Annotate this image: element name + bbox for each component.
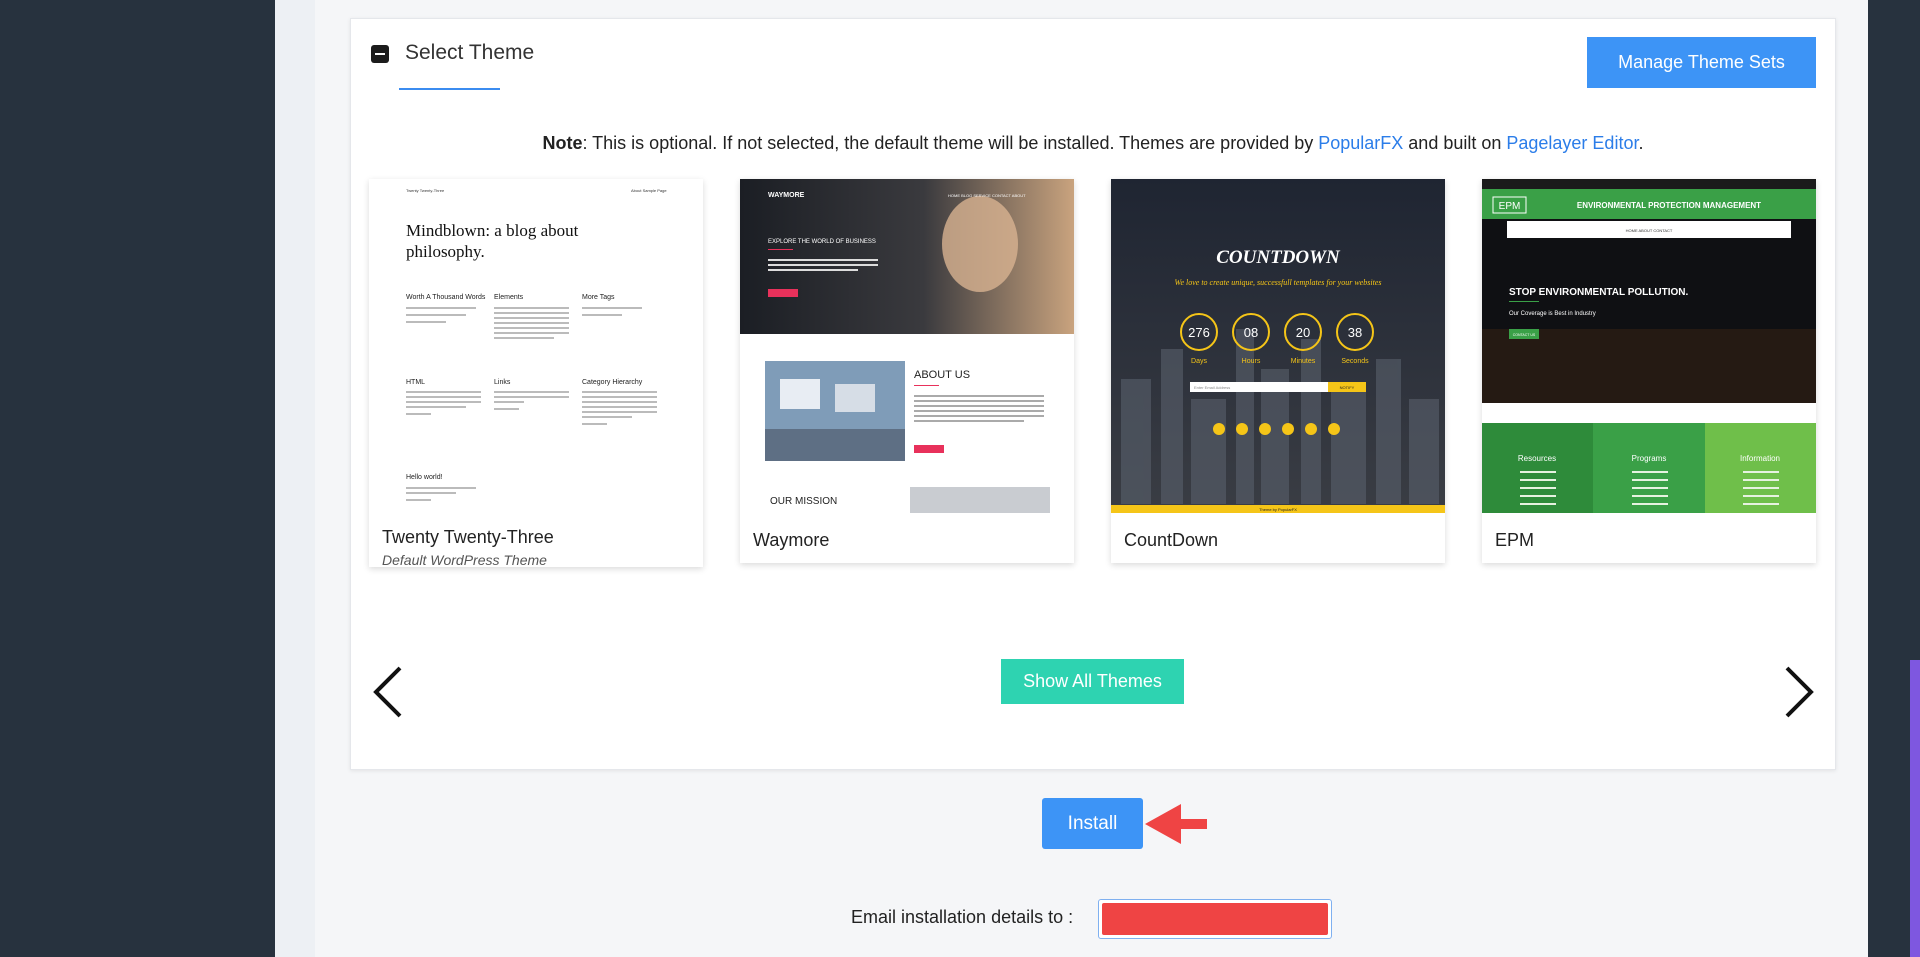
note-suffix: . [1638, 133, 1644, 153]
tt3-post-1: Worth A Thousand Words [406, 294, 486, 301]
redacted-email-value [1102, 903, 1328, 935]
waymore-brand: WAYMORE [768, 192, 805, 199]
theme-name: Twenty Twenty-Three [382, 527, 554, 547]
countdown-title: COUNTDOWN [1216, 247, 1341, 268]
tt3-post-6: Category Hierarchy [582, 379, 643, 386]
counter-minutes-value: 20 [1296, 325, 1310, 340]
waymore-mission: OUR MISSION [770, 496, 837, 507]
title-underline [399, 88, 500, 90]
countdown-input: Enter Email Address [1194, 385, 1230, 390]
epm-cta: CONTACT US [1513, 333, 1536, 337]
counter-minutes-label: Minutes [1291, 358, 1316, 365]
epm-logo: EPM [1499, 201, 1521, 212]
tt3-post-2: Elements [494, 294, 524, 301]
email-label: Email installation details to : [851, 907, 1074, 927]
epm-nav: HOME ABOUT CONTACT [1626, 228, 1673, 233]
counter-hours-label: Hours [1242, 358, 1261, 365]
show-all-themes-button[interactable]: Show All Themes [1001, 659, 1184, 704]
section-title: Select Theme [405, 41, 535, 64]
theme-preview-epm: EPM ENVIRONMENTAL PROTECTION MANAGEMENT … [1482, 179, 1816, 513]
waymore-menu: HOME BLOG SERVICE CONTACT ABOUT [948, 193, 1026, 198]
pagelayer-link[interactable]: Pagelayer Editor [1506, 133, 1638, 153]
left-sidebar [0, 0, 275, 957]
counter-seconds-value: 38 [1348, 325, 1362, 340]
theme-name: CountDown [1124, 530, 1219, 550]
theme-card-countdown[interactable]: COUNTDOWN We love to create unique, succ… [1111, 179, 1445, 563]
theme-card-twenty-twenty-three[interactable]: Twenty Twenty-Three About Sample Page Mi… [369, 179, 703, 568]
select-theme-panel: Select Theme Manage Theme Sets Note: Thi… [350, 18, 1836, 770]
epm-hero-sub: Our Coverage is Best in Industry [1509, 311, 1596, 317]
epm-col-1: Resources [1518, 454, 1556, 463]
note-text: Note: This is optional. If not selected,… [351, 133, 1835, 154]
theme-preview-waymore: WAYMORE HOME BLOG SERVICE CONTACT ABOUT … [740, 179, 1074, 513]
collapse-toggle-icon[interactable] [371, 45, 389, 63]
waymore-about: ABOUT US [914, 369, 970, 381]
tt3-post-3: More Tags [582, 294, 615, 301]
theme-preview-countdown: COUNTDOWN We love to create unique, succ… [1111, 179, 1445, 513]
waymore-hero: EXPLORE THE WORLD OF BUSINESS [768, 239, 876, 245]
counter-days-label: Days [1191, 358, 1207, 365]
tt3-post-5: Links [494, 379, 511, 386]
scrollbar-thumb[interactable] [1910, 660, 1920, 957]
theme-preview-twenty-twenty-three: Twenty Twenty-Three About Sample Page Mi… [369, 179, 703, 513]
theme-card-waymore[interactable]: WAYMORE HOME BLOG SERVICE CONTACT ABOUT … [740, 179, 1074, 563]
tt3-nav: About Sample Page [631, 188, 667, 193]
theme-name: EPM [1495, 530, 1535, 550]
red-arrow-annotation-icon [1145, 804, 1207, 844]
install-button[interactable]: Install [1042, 798, 1143, 849]
note-middle: and built on [1403, 133, 1507, 153]
note-body: : This is optional. If not selected, the… [582, 133, 1319, 153]
countdown-tagline: We love to create unique, successfull te… [1175, 278, 1382, 287]
epm-org: ENVIRONMENTAL PROTECTION MANAGEMENT [1577, 201, 1761, 210]
tt3-post-4: HTML [406, 379, 425, 386]
theme-subtitle: Default WordPress Theme [382, 552, 547, 568]
counter-seconds-label: Seconds [1341, 358, 1369, 365]
theme-card-epm[interactable]: EPM ENVIRONMENTAL PROTECTION MANAGEMENT … [1482, 179, 1816, 563]
tt3-post-7: Hello world! [406, 474, 443, 481]
tt3-headline-2: philosophy. [406, 242, 485, 261]
countdown-footer: Theme by PopularFX [1259, 507, 1297, 512]
epm-col-3: Information [1740, 454, 1780, 463]
epm-col-2: Programs [1632, 454, 1667, 463]
chevron-right-icon[interactable] [1781, 664, 1817, 720]
chevron-left-icon[interactable] [370, 664, 406, 720]
tt3-headline-1: Mindblown: a blog about [406, 221, 579, 240]
counter-hours-value: 08 [1244, 325, 1258, 340]
popularfx-link[interactable]: PopularFX [1318, 133, 1403, 153]
counter-days-value: 276 [1188, 325, 1210, 340]
theme-name: Waymore [753, 530, 830, 550]
manage-theme-sets-button[interactable]: Manage Theme Sets [1587, 37, 1816, 88]
epm-hero: STOP ENVIRONMENTAL POLLUTION. [1509, 287, 1688, 298]
note-label: Note [542, 133, 583, 153]
tt3-site-title: Twenty Twenty-Three [406, 188, 445, 193]
countdown-notify: NOTIFY [1340, 385, 1355, 390]
email-input[interactable] [1098, 899, 1332, 939]
